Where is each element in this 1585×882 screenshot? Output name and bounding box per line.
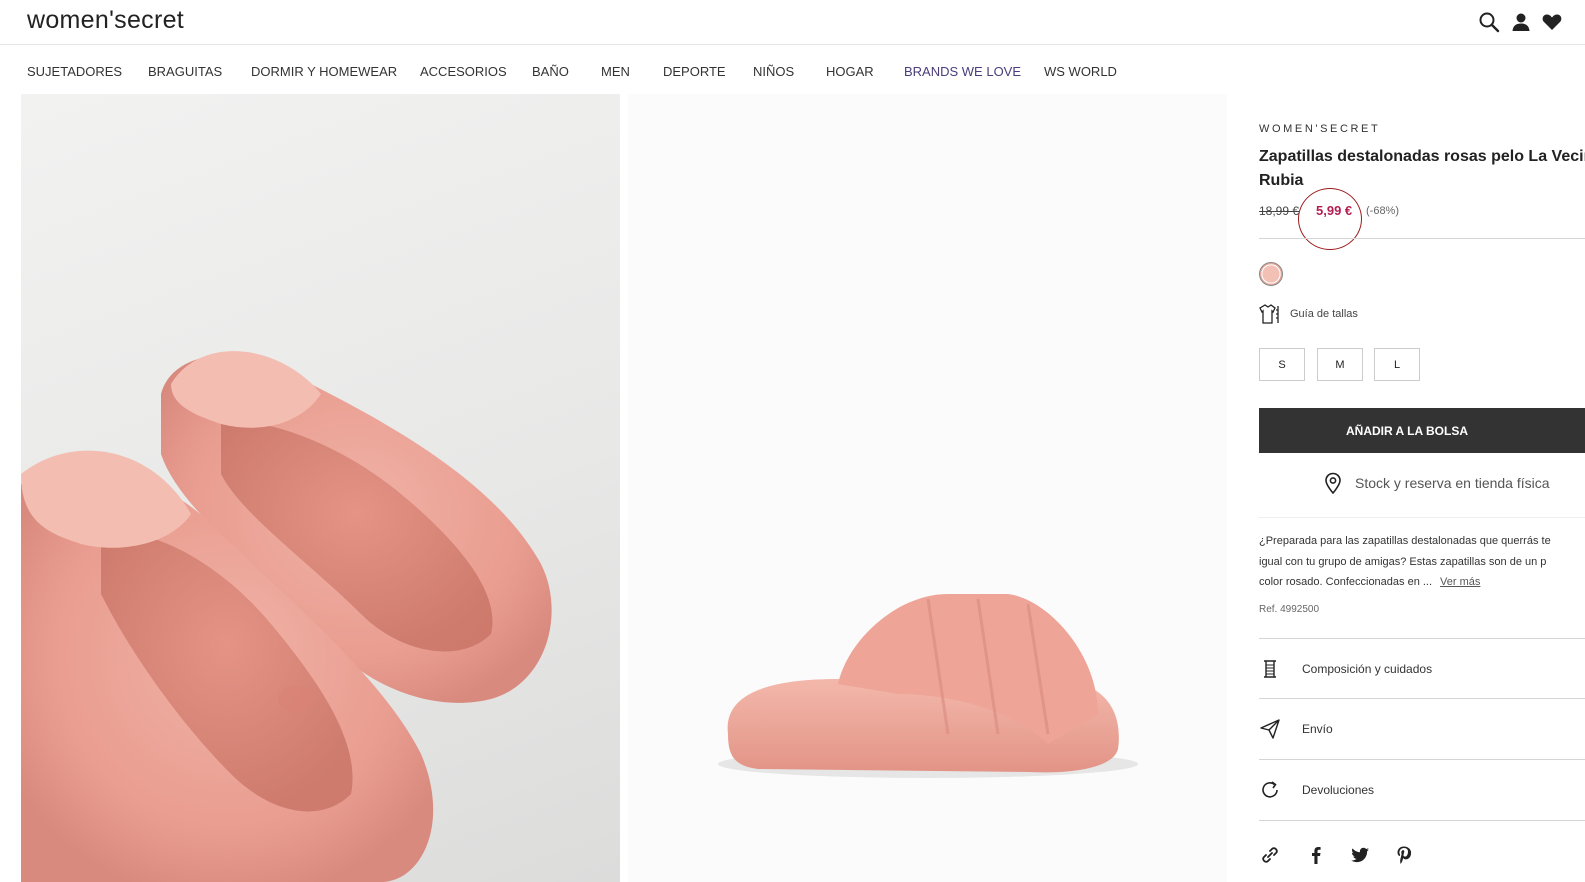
accordion-composition-label: Composición y cuidados	[1302, 662, 1433, 676]
twitter-icon[interactable]	[1349, 844, 1371, 866]
divider	[1259, 517, 1585, 518]
accordion-returns-label: Devoluciones	[1302, 783, 1375, 797]
paper-plane-icon	[1260, 719, 1280, 739]
pinterest-icon[interactable]	[1393, 844, 1415, 866]
nav-item-dormir-homewear[interactable]: DORMIR Y HOMEWEAR	[251, 64, 397, 79]
nav-item-ninos[interactable]: NIÑOS	[753, 64, 794, 79]
accordion-returns[interactable]: Devoluciones	[1259, 760, 1585, 820]
accordion-composition[interactable]: Composición y cuidados	[1259, 639, 1585, 699]
size-button-s[interactable]: S	[1259, 348, 1305, 381]
refresh-icon	[1262, 781, 1278, 798]
facebook-icon[interactable]	[1305, 844, 1327, 866]
product-description: ¿Preparada para las zapatillas destalona…	[1259, 531, 1585, 593]
description-line-last: color rosado. Confeccionadas en ... Ver m…	[1259, 576, 1481, 588]
product-image-side[interactable]	[628, 94, 1227, 882]
store-stock-link[interactable]: Stock y reserva en tienda física	[1323, 472, 1550, 494]
site-header: women'secret	[0, 0, 1585, 45]
accordion-shipping[interactable]: Envío	[1259, 699, 1585, 759]
nav-item-bano[interactable]: BAÑO	[532, 64, 569, 79]
product-title: Zapatillas destalonadas rosas pelo La Ve…	[1259, 148, 1585, 189]
product-panel: WOMEN'SECRET Zapatillas destalonadas ros…	[1259, 94, 1585, 882]
search-icon[interactable]	[1478, 11, 1500, 33]
size-guide-icon[interactable]	[1259, 304, 1281, 324]
user-icon[interactable]	[1510, 11, 1532, 33]
nav-item-ws-world[interactable]: WS WORLD	[1044, 64, 1117, 79]
nav-item-braguitas[interactable]: BRAGUITAS	[148, 64, 222, 79]
store-stock-label: Stock y reserva en tienda física	[1355, 475, 1550, 491]
divider	[1259, 820, 1585, 821]
nav-item-men[interactable]: MEN	[601, 64, 630, 79]
slippers-pair-illustration	[21, 351, 552, 882]
nav-item-hogar[interactable]: HOGAR	[826, 64, 874, 79]
location-pin-icon	[1325, 472, 1341, 494]
accordion-shipping-label: Envío	[1302, 722, 1333, 736]
fabric-spool-icon	[1264, 660, 1276, 678]
nav-item-brands-we-love[interactable]: BRANDS WE LOVE	[904, 64, 1021, 79]
price-highlight-circle	[1298, 188, 1362, 250]
size-guide-link[interactable]: Guía de tallas	[1290, 308, 1358, 320]
link-icon[interactable]	[1259, 844, 1281, 866]
main-nav: SUJETADORES BRAGUITAS DORMIR Y HOMEWEAR …	[0, 45, 1585, 95]
nav-item-accesorios[interactable]: ACCESORIOS	[420, 64, 507, 79]
original-price: 18,99 €	[1259, 204, 1300, 218]
size-button-m[interactable]: M	[1317, 348, 1363, 381]
nav-item-sujetadores[interactable]: SUJETADORES	[27, 64, 122, 79]
size-button-l[interactable]: L	[1374, 348, 1420, 381]
color-swatch-pink[interactable]	[1259, 262, 1283, 286]
add-to-bag-button[interactable]: AÑADIR A LA BOLSA	[1259, 408, 1585, 453]
product-image-pair[interactable]	[21, 94, 620, 882]
description-line: ¿Preparada para las zapatillas destalona…	[1259, 535, 1551, 547]
nav-item-deporte[interactable]: DEPORTE	[663, 64, 726, 79]
description-line: igual con tu grupo de amigas? Estas zapa…	[1259, 555, 1547, 568]
discount-badge: (-68%)	[1366, 205, 1400, 217]
divider	[1259, 238, 1585, 239]
product-reference: Ref. 4992500	[1259, 604, 1320, 615]
brand-logo[interactable]: women'secret	[27, 6, 184, 35]
slipper-side-illustration	[718, 594, 1138, 778]
heart-icon[interactable]	[1541, 11, 1563, 33]
ver-mas-link[interactable]: Ver más	[1440, 576, 1480, 588]
product-brand: WOMEN'SECRET	[1259, 123, 1381, 135]
